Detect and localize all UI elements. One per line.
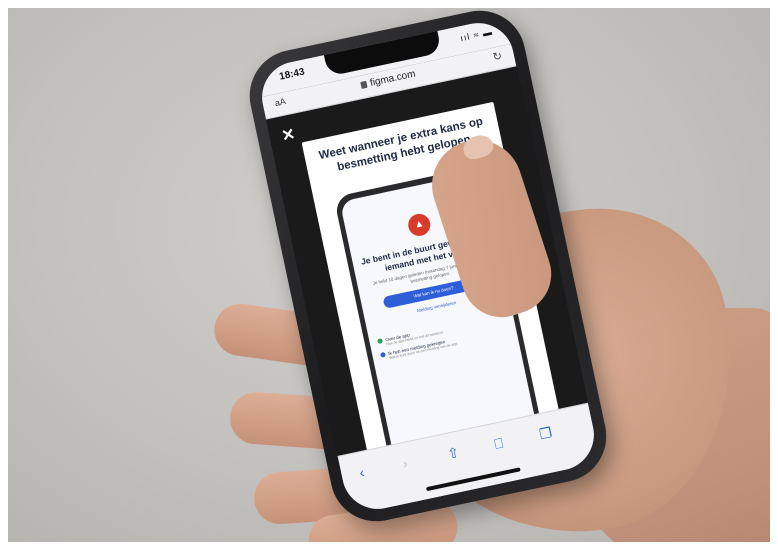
back-icon[interactable]: ‹ (358, 464, 366, 481)
forward-icon[interactable]: › (401, 455, 409, 472)
photo-background: 18:43 ııl ≈ ▬ aA figma.com ↻ ✕ Weet wann… (8, 8, 770, 542)
lock-icon (360, 80, 368, 89)
about-app-icon (377, 338, 384, 345)
signal-wifi-battery-icons: ııl ≈ ▬ (459, 26, 494, 44)
bookmarks-icon[interactable]: ⎕ (493, 434, 505, 452)
tabs-icon[interactable]: ❐ (538, 424, 554, 443)
close-icon[interactable]: ✕ (280, 124, 297, 146)
notification-icon (380, 352, 387, 359)
home-indicator[interactable] (425, 467, 521, 492)
url-text: figma.com (369, 68, 417, 89)
alert-icon: ▲ (406, 211, 433, 238)
smartphone: 18:43 ııl ≈ ▬ aA figma.com ↻ ✕ Weet wann… (241, 8, 615, 530)
status-time: 18:43 (278, 66, 306, 83)
share-icon[interactable]: ⇧ (446, 444, 461, 463)
